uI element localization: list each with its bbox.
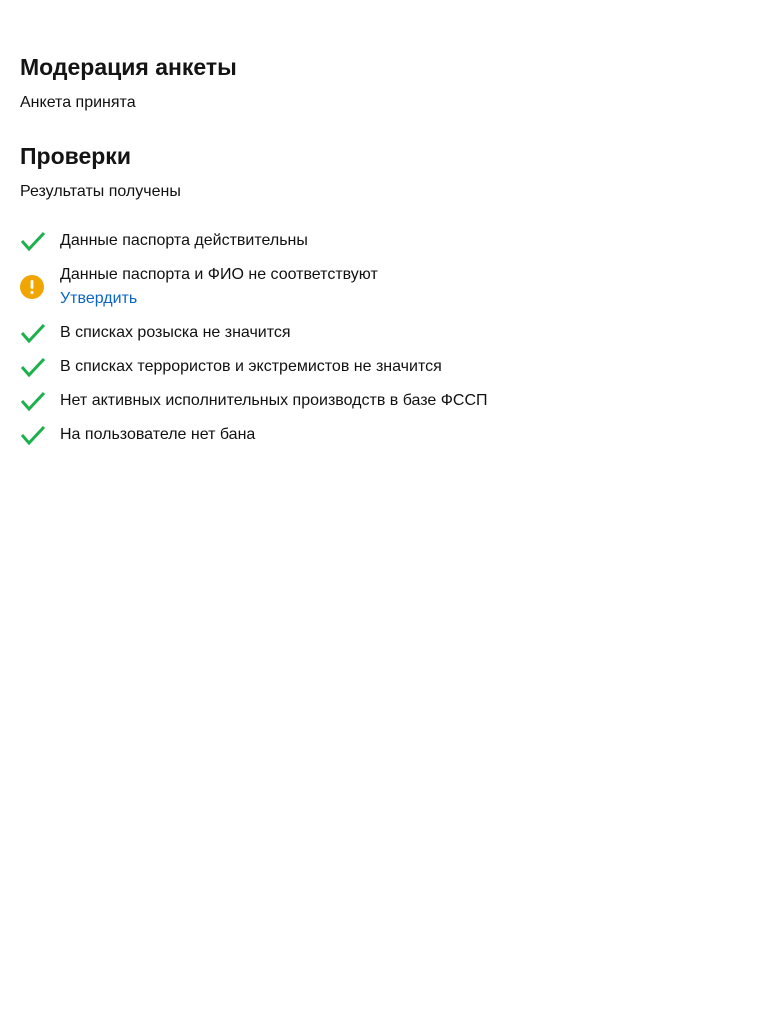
- check-icon: [20, 229, 60, 253]
- check-text-wrap: На пользователе нет бана: [60, 423, 255, 447]
- check-icon: [20, 389, 60, 413]
- check-text: Нет активных исполнительных производств …: [60, 392, 488, 409]
- page-content: Модерация анкеты Анкета принята Проверки…: [0, 0, 768, 447]
- checks-title: Проверки: [20, 143, 131, 169]
- check-item-fssp: Нет активных исполнительных производств …: [20, 389, 748, 413]
- check-text-wrap: В списках розыска не значится: [60, 321, 291, 345]
- check-icon: [20, 355, 60, 379]
- approve-link[interactable]: Утвердить: [60, 287, 378, 311]
- check-item-terrorist-list: В списках террористов и экстремистов не …: [20, 355, 748, 379]
- check-item-ban: На пользователе нет бана: [20, 423, 748, 447]
- check-text-wrap: Данные паспорта действительны: [60, 229, 308, 253]
- moderation-title: Модерация анкеты: [20, 54, 237, 80]
- check-text: На пользователе нет бана: [60, 426, 256, 443]
- checks-status: Результаты получены: [20, 183, 181, 200]
- checks-list: Данные паспорта действительны Данные пас…: [20, 229, 748, 447]
- check-text: Данные паспорта действительны: [60, 232, 308, 249]
- check-text-wrap: Нет активных исполнительных производств …: [60, 389, 488, 413]
- check-item-wanted-list: В списках розыска не значится: [20, 321, 748, 345]
- check-icon: [20, 423, 60, 447]
- moderation-status: Анкета принята: [20, 94, 136, 111]
- check-text: Данные паспорта и ФИО не соответствуют: [60, 266, 378, 283]
- check-text: В списках розыска не значится: [60, 324, 291, 341]
- check-item-passport-valid: Данные паспорта действительны: [20, 229, 748, 253]
- check-text-wrap: В списках террористов и экстремистов не …: [60, 355, 442, 379]
- check-icon: [20, 321, 60, 345]
- check-text-wrap: Данные паспорта и ФИО не соответствуют У…: [60, 263, 378, 311]
- warning-icon: [20, 263, 60, 311]
- check-text: В списках террористов и экстремистов не …: [60, 358, 442, 375]
- check-item-passport-name-mismatch: Данные паспорта и ФИО не соответствуют У…: [20, 263, 748, 311]
